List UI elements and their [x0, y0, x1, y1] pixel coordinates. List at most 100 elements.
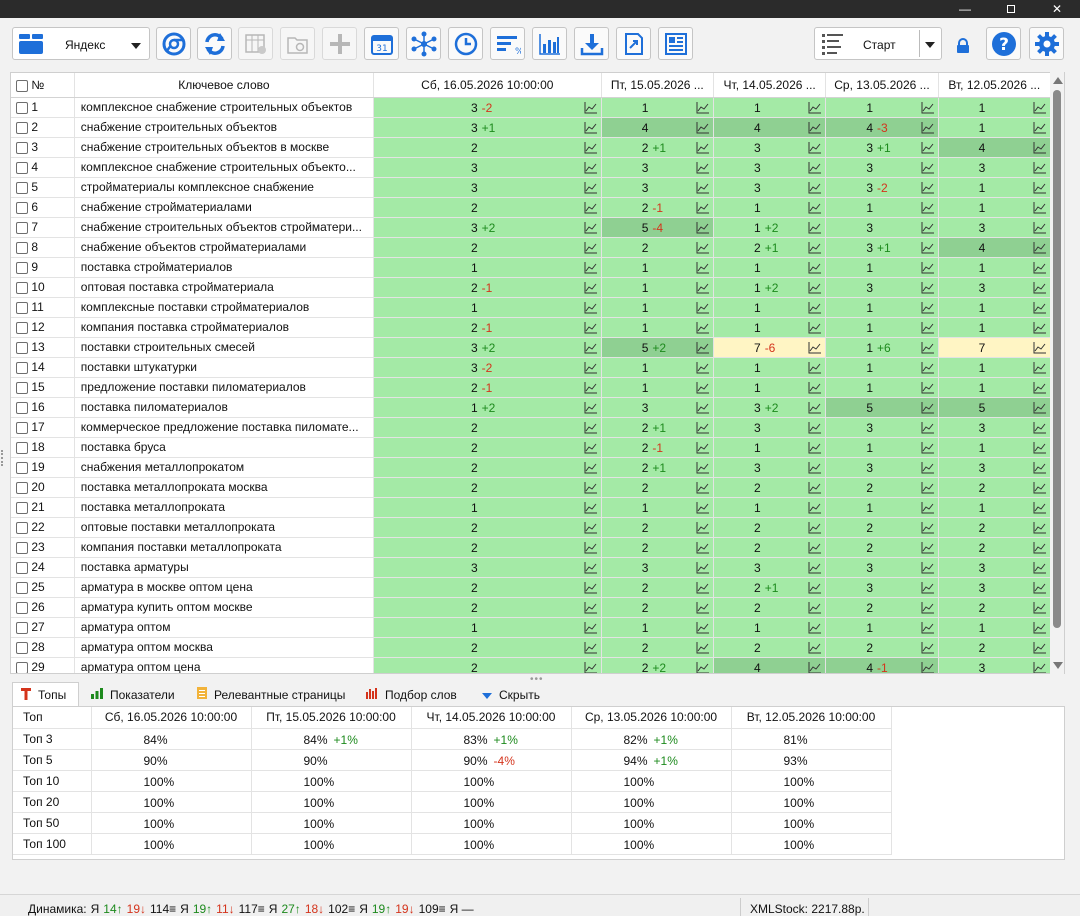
- keyword-cell[interactable]: снабжения металлопрокатом: [74, 457, 374, 478]
- position-cell[interactable]: 2: [601, 637, 715, 658]
- header-date-4[interactable]: Ср, 13.05.2026 ...: [825, 73, 939, 98]
- position-cell[interactable]: 2: [601, 577, 715, 598]
- position-cell[interactable]: 2 +1: [713, 237, 827, 258]
- table-row[interactable]: 1 комплексное снабжение строительных объе…: [11, 97, 1052, 118]
- table-row[interactable]: 29 арматура оптом цена 2 2 +2 4 4 -1 3: [11, 657, 1052, 673]
- position-cell[interactable]: 1: [713, 97, 827, 118]
- position-cell[interactable]: 1: [601, 377, 715, 398]
- row-checkbox[interactable]: [16, 481, 28, 494]
- keyword-cell[interactable]: поставка бруса: [74, 437, 374, 458]
- row-checkbox[interactable]: [16, 581, 28, 594]
- position-cell[interactable]: 4: [713, 657, 827, 673]
- position-cell[interactable]: 2: [713, 637, 827, 658]
- position-cell[interactable]: 3 +1: [825, 137, 939, 158]
- position-cell[interactable]: 1: [601, 497, 715, 518]
- position-cell[interactable]: 1: [938, 177, 1052, 198]
- position-cell[interactable]: 2: [601, 537, 715, 558]
- table-row[interactable]: 6 снабжение стройматериалами 2 2 -1 1 1 1: [11, 197, 1052, 218]
- keyword-cell[interactable]: арматура оптом: [74, 617, 374, 638]
- row-number-cell[interactable]: 17: [11, 417, 75, 438]
- header-date-3[interactable]: Чт, 14.05.2026 ...: [713, 73, 827, 98]
- position-cell[interactable]: 1: [601, 317, 715, 338]
- position-cell[interactable]: 3 -2: [373, 97, 602, 118]
- header-date-5[interactable]: Вт, 12.05.2026 ...: [938, 73, 1052, 98]
- position-cell[interactable]: 5 -4: [601, 217, 715, 238]
- position-cell[interactable]: 1: [938, 257, 1052, 278]
- row-number-cell[interactable]: 20: [11, 477, 75, 498]
- keyword-cell[interactable]: поставки строительных смесей: [74, 337, 374, 358]
- position-cell[interactable]: 3: [373, 157, 602, 178]
- row-number-cell[interactable]: 10: [11, 277, 75, 298]
- position-cell[interactable]: 1: [713, 257, 827, 278]
- grid-scrollbar[interactable]: [1050, 72, 1064, 674]
- table-row[interactable]: 19 снабжения металлопрокатом 2 2 +1 3 3 3: [11, 457, 1052, 478]
- position-cell[interactable]: 1: [938, 317, 1052, 338]
- position-cell[interactable]: 3: [938, 657, 1052, 673]
- row-checkbox[interactable]: [16, 281, 28, 294]
- position-cell[interactable]: 2 +1: [601, 417, 715, 438]
- row-checkbox[interactable]: [16, 361, 28, 374]
- position-cell[interactable]: 3: [601, 177, 715, 198]
- position-cell[interactable]: 3: [713, 457, 827, 478]
- position-cell[interactable]: 3: [825, 217, 939, 238]
- position-cell[interactable]: 2 -1: [373, 377, 602, 398]
- row-checkbox[interactable]: [16, 301, 28, 314]
- row-checkbox[interactable]: [16, 541, 28, 554]
- position-cell[interactable]: 1: [938, 497, 1052, 518]
- table-row[interactable]: 10 оптовая поставка стройматериала 2 -1 1 1 +2…: [11, 277, 1052, 298]
- table-row[interactable]: 15 предложение поставки пиломатериалов 2 -1…: [11, 377, 1052, 398]
- position-cell[interactable]: 2: [825, 637, 939, 658]
- table-row[interactable]: 9 поставка стройматериалов 1 1 1 1 1: [11, 257, 1052, 278]
- position-cell[interactable]: 1: [601, 297, 715, 318]
- position-cell[interactable]: 1 +2: [373, 397, 602, 418]
- row-checkbox[interactable]: [16, 261, 28, 274]
- position-cell[interactable]: 2: [825, 537, 939, 558]
- row-checkbox[interactable]: [16, 121, 28, 134]
- row-number-cell[interactable]: 2: [11, 117, 75, 138]
- keyword-cell[interactable]: поставка стройматериалов: [74, 257, 374, 278]
- calendar-button[interactable]: 31: [364, 27, 399, 60]
- position-cell[interactable]: 1: [713, 437, 827, 458]
- position-cell[interactable]: 3: [601, 557, 715, 578]
- position-cell[interactable]: 3: [825, 417, 939, 438]
- position-cell[interactable]: 1: [825, 257, 939, 278]
- position-cell[interactable]: 2 -1: [373, 317, 602, 338]
- chevron-down-icon[interactable]: [925, 42, 935, 48]
- row-number-cell[interactable]: 24: [11, 557, 75, 578]
- position-cell[interactable]: 1: [825, 357, 939, 378]
- folder-settings-button[interactable]: [280, 27, 315, 60]
- position-cell[interactable]: 1: [601, 97, 715, 118]
- position-cell[interactable]: 1: [373, 497, 602, 518]
- row-number-cell[interactable]: 23: [11, 537, 75, 558]
- position-cell[interactable]: 2: [373, 637, 602, 658]
- row-number-cell[interactable]: 6: [11, 197, 75, 218]
- tab-tops[interactable]: Топы: [12, 682, 79, 707]
- row-number-cell[interactable]: 13: [11, 337, 75, 358]
- minimize-icon[interactable]: —: [942, 0, 988, 18]
- row-checkbox[interactable]: [16, 221, 28, 234]
- position-cell[interactable]: 3 +1: [825, 237, 939, 258]
- row-number-cell[interactable]: 5: [11, 177, 75, 198]
- position-cell[interactable]: 3: [938, 577, 1052, 598]
- position-cell[interactable]: 3: [601, 397, 715, 418]
- position-cell[interactable]: 3: [713, 557, 827, 578]
- keyword-cell[interactable]: предложение поставки пиломатериалов: [74, 377, 374, 398]
- table-row[interactable]: 14 поставки штукатурки 3 -2 1 1 1 1: [11, 357, 1052, 378]
- add-button[interactable]: [322, 27, 357, 60]
- keyword-cell[interactable]: снабжение строительных объектов в москве: [74, 137, 374, 158]
- row-checkbox[interactable]: [16, 561, 28, 574]
- position-cell[interactable]: 2 +1: [601, 137, 715, 158]
- row-number-cell[interactable]: 8: [11, 237, 75, 258]
- position-cell[interactable]: 2: [373, 517, 602, 538]
- row-number-cell[interactable]: 1: [11, 97, 75, 118]
- tops-header-cell[interactable]: Пт, 15.05.2026 10:00:00: [251, 707, 412, 729]
- tops-header-cell[interactable]: Вт, 12.05.2026 10:00:00: [731, 707, 892, 729]
- position-cell[interactable]: 4 -1: [825, 657, 939, 673]
- position-cell[interactable]: 1: [713, 497, 827, 518]
- close-icon[interactable]: ✕: [1034, 0, 1080, 18]
- table-row[interactable]: 13 поставки строительных смесей 3 +2 5 +2 7 -6 1…: [11, 337, 1052, 358]
- header-date-1[interactable]: Сб, 16.05.2026 10:00:00: [373, 73, 602, 98]
- row-checkbox[interactable]: [16, 101, 28, 114]
- row-checkbox[interactable]: [16, 601, 28, 614]
- position-cell[interactable]: 2: [825, 517, 939, 538]
